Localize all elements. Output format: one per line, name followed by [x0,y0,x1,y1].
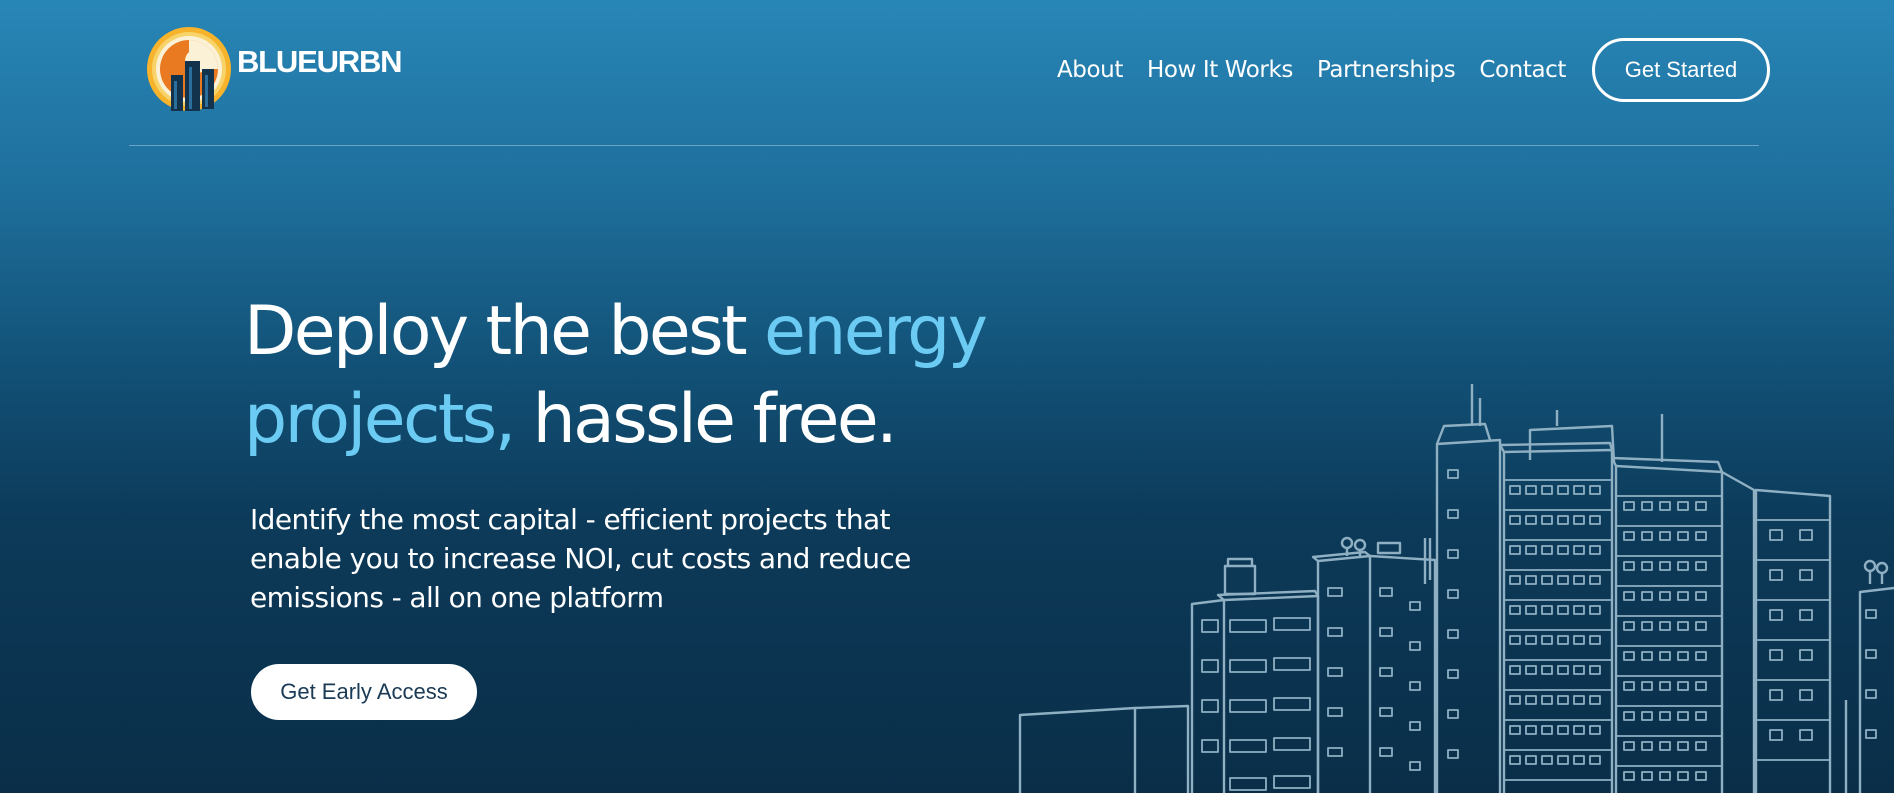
main-nav: About How It Works Partnerships Contact … [1057,38,1770,102]
nav-link-about[interactable]: About [1057,57,1123,83]
get-early-access-button[interactable]: Get Early Access [251,664,477,720]
header-divider [129,145,1759,146]
nav-link-how-it-works[interactable]: How It Works [1147,57,1293,83]
hero-title-part1: Deploy the best [244,292,765,371]
site-header: BLUEURBN About How It Works Partnerships… [0,0,1894,146]
nav-link-contact[interactable]: Contact [1479,57,1566,83]
hero-title-part2: hassle free. [513,380,898,459]
city-skyline-illustration [1010,370,1894,793]
city-skyline-line-art-icon [1018,384,1894,793]
hero-subtitle: Identify the most capital - efficient pr… [250,503,911,614]
hero-title: Deploy the best energy projects, hassle … [244,288,1044,464]
brand-logo[interactable]: BLUEURBN [145,25,403,113]
sun-building-logo-icon [147,27,231,111]
brand-name: BLUEURBN [237,44,403,79]
get-started-button[interactable]: Get Started [1592,38,1770,102]
nav-link-partnerships[interactable]: Partnerships [1317,57,1456,83]
